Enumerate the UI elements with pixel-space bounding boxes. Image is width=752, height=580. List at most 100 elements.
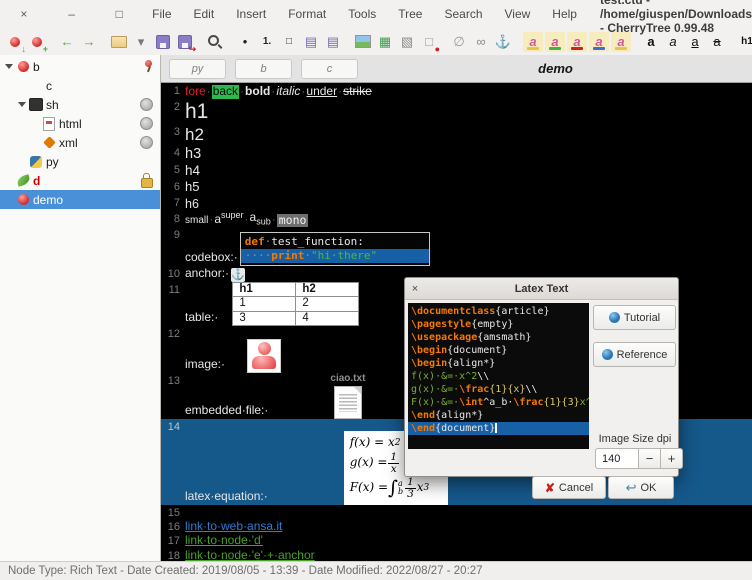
minimize-window-icon[interactable]: – [64, 7, 80, 21]
reference-button[interactable]: Reference [593, 342, 676, 367]
close-window-icon[interactable]: × [16, 7, 32, 21]
table-header-cell: h1 [233, 283, 296, 297]
expander-icon[interactable] [3, 64, 15, 69]
dpi-decrease-button[interactable]: − [639, 448, 661, 469]
fore-color-pick-icon[interactable]: a [589, 32, 609, 52]
open-file-icon[interactable] [109, 32, 129, 52]
back-color-pick-icon[interactable]: a [611, 32, 631, 52]
latex-source-editor[interactable]: \documentclass{article}\pagestyle{empty}… [408, 303, 589, 449]
menu-view[interactable]: View [496, 4, 540, 24]
menu-file[interactable]: File [143, 4, 180, 24]
open-recent-caret-icon[interactable]: ▾ [131, 32, 151, 52]
tab-c[interactable]: c [301, 59, 358, 79]
tree-item-sh[interactable]: sh [0, 95, 160, 114]
tree-item-html[interactable]: html [0, 114, 160, 133]
menubar: FileEditInsertFormatToolsTreeSearchViewH… [143, 4, 586, 24]
text-cursor [495, 423, 497, 433]
save-icon[interactable] [153, 32, 173, 52]
insert-anchor-icon[interactable]: ⚓ [493, 32, 513, 52]
insert-subnode-icon[interactable]: + [27, 32, 47, 52]
cherry-icon [15, 61, 31, 72]
tree-item-py[interactable]: py [0, 152, 160, 171]
insert-node-icon[interactable]: ↓ [5, 32, 25, 52]
tree-item-c[interactable]: c [0, 76, 160, 95]
link-web[interactable]: link·to·web·ansa.it [185, 520, 282, 534]
codebox-object[interactable]: def·test_function:····print·"hi·there" [240, 232, 430, 266]
bullet-list-icon[interactable]: • [235, 32, 255, 52]
h1-icon[interactable]: h1 [737, 32, 752, 52]
underline-icon[interactable]: a [685, 32, 705, 52]
unindent-icon[interactable]: ▤ [301, 32, 321, 52]
tree-item-label: d [33, 174, 40, 188]
tree-item-label: c [46, 79, 52, 93]
menu-insert[interactable]: Insert [227, 4, 275, 24]
tutorial-button[interactable]: Tutorial [593, 305, 676, 330]
todo-list-icon[interactable]: □ [279, 32, 299, 52]
latex-source-line: \documentclass{article} [408, 305, 589, 318]
edit-link-icon[interactable]: ∞ [471, 32, 491, 52]
tree-item-b[interactable]: b [0, 57, 160, 76]
ok-arrow-icon: ↩ [626, 480, 637, 496]
anchor-icon[interactable]: ⚓ [231, 268, 245, 282]
cancel-button[interactable]: ✘ Cancel [532, 476, 606, 499]
menu-help[interactable]: Help [543, 4, 586, 24]
dialog-close-icon[interactable]: × [405, 283, 425, 295]
dpi-label: Image Size dpi [595, 433, 675, 445]
table-object[interactable]: h1h21234 [232, 282, 359, 326]
menu-search[interactable]: Search [435, 4, 491, 24]
line-number: 4 [161, 145, 185, 163]
table-header-cell: h2 [296, 283, 359, 297]
heading-text: h4 [185, 162, 752, 179]
line-number: 5 [161, 162, 185, 179]
insert-table-icon[interactable]: ▦ [375, 32, 395, 52]
indent-icon[interactable]: ▤ [323, 32, 343, 52]
expander-icon[interactable] [16, 102, 28, 107]
embedded-file[interactable]: ciao.txt [330, 373, 365, 419]
insert-image-icon[interactable] [353, 32, 373, 52]
bold-icon[interactable]: a [641, 32, 661, 52]
latex-label: latex·equation:· [185, 490, 268, 505]
globe-icon [609, 312, 620, 323]
tree-item-d[interactable]: d [0, 171, 160, 190]
embedded-image[interactable] [247, 339, 281, 373]
back-color-icon[interactable]: a [567, 32, 587, 52]
insert-embfile-icon[interactable]: □● [419, 32, 439, 52]
cancel-x-icon: ✘ [545, 481, 555, 495]
py-icon [28, 156, 44, 168]
link-node[interactable]: link·to·node·'e'·+·anchor [185, 549, 315, 562]
menu-edit[interactable]: Edit [185, 4, 224, 24]
find-node-icon[interactable] [205, 32, 225, 52]
monospace-sample: mono [277, 214, 309, 227]
styled-word-strike: strike [343, 85, 372, 99]
fore-color-icon[interactable]: a [545, 32, 565, 52]
node-tree-panel: bc shhtmlxmlpy d demo [0, 55, 161, 562]
heading-line-h6: 7h6 [161, 195, 752, 211]
tree-item-demo[interactable]: demo [0, 190, 160, 209]
tree-item-xml[interactable]: xml [0, 133, 160, 152]
dpi-increase-button[interactable]: + [661, 448, 683, 469]
heading-text: h5 [185, 179, 752, 195]
line-number: 15 [161, 505, 185, 519]
styled-words-line: fore·back·bold·italic·under·strike [185, 83, 752, 99]
menu-format[interactable]: Format [279, 4, 335, 24]
maximize-window-icon[interactable]: □ [111, 7, 127, 21]
nav-back-icon[interactable]: ← [57, 32, 77, 52]
save-as-icon[interactable]: ↪ [175, 32, 195, 52]
dpi-value-field[interactable]: 140 [595, 448, 639, 469]
nav-forward-icon[interactable]: → [79, 32, 99, 52]
menu-tree[interactable]: Tree [389, 4, 431, 24]
italic-icon[interactable]: a [663, 32, 683, 52]
insert-link-icon[interactable]: ∅ [449, 32, 469, 52]
link-node[interactable]: link·to·node·'d' [185, 534, 263, 548]
strike-icon[interactable]: a [707, 32, 727, 52]
apply-tag-latest-icon[interactable]: a [523, 32, 543, 52]
insert-codebox-icon[interactable]: ▧ [397, 32, 417, 52]
tab-b[interactable]: b [235, 59, 292, 79]
numbered-list-icon[interactable]: 1. [257, 32, 277, 52]
line-number: 16 [161, 519, 185, 534]
menu-tools[interactable]: Tools [339, 4, 385, 24]
codebox-code-line: def·test_function: [241, 235, 429, 249]
ok-button[interactable]: ↩ OK [608, 476, 674, 499]
tab-py[interactable]: py [169, 59, 226, 79]
dpi-spinbox: 140 − + [595, 448, 683, 469]
